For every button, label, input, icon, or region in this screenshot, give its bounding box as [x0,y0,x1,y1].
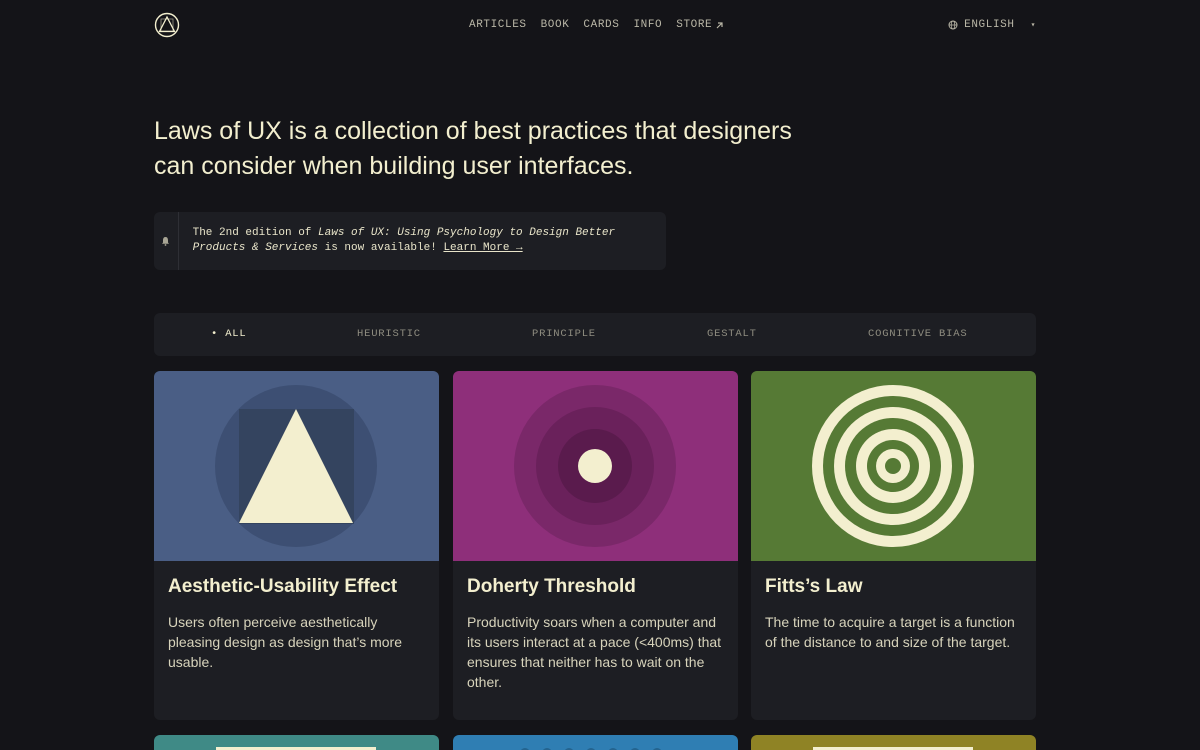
card-description: Productivity soars when a computer and i… [467,614,722,690]
filter-all[interactable]: • ALL [211,328,247,340]
bell-icon [154,212,179,270]
notice-text: The 2nd edition of Laws of UX: Using Psy… [179,212,666,270]
edition-notice: The 2nd edition of Laws of UX: Using Psy… [154,212,666,270]
nav-info-link[interactable]: INFO [633,19,662,31]
card-title: Fitts’s Law [765,576,863,597]
page: ARTICLES BOOK CARDS INFO STORE ENGLISH ▾… [0,0,1200,750]
globe-icon [948,20,958,30]
card-description: Users often perceive aesthetically pleas… [168,614,403,670]
law-card-aesthetic-usability[interactable]: Aesthetic-Usability Effect Users often p… [154,371,439,720]
filter-gestalt[interactable]: GESTALT [707,328,757,340]
nav-cards-link[interactable]: CARDS [583,19,619,31]
card-title: Aesthetic-Usability Effect [168,576,398,597]
law-card-peek[interactable] [453,735,738,750]
law-card-fitts-law[interactable]: Fitts’s Law The time to acquire a target… [751,371,1036,720]
laws-of-ux-logo[interactable] [154,12,180,38]
filter-cognitive-bias[interactable]: COGNITIVE BIAS [868,328,967,340]
filter-principle[interactable]: PRINCIPLE [532,328,596,340]
category-filter-bar: • ALL HEURISTIC PRINCIPLE GESTALT COGNIT… [154,313,1036,356]
language-select[interactable]: ENGLISH ▾ [948,19,1036,31]
external-arrow-icon [716,21,723,28]
nav-articles-link[interactable]: ARTICLES [469,19,527,31]
law-card-peek[interactable] [751,735,1036,750]
language-label: ENGLISH [964,19,1015,31]
notice-prefix: The 2nd edition of [192,227,319,239]
card-art-peek [521,748,661,750]
law-card-peek[interactable] [154,735,439,750]
triangle-illustration [154,371,439,561]
law-card-doherty-threshold[interactable]: Doherty Threshold Productivity soars whe… [453,371,738,720]
concentric-dot-illustration [453,371,738,561]
chevron-down-icon: ▾ [1030,21,1036,30]
filter-heuristic[interactable]: HEURISTIC [357,328,421,340]
nav-book-link[interactable]: BOOK [541,19,570,31]
main-nav: ARTICLES BOOK CARDS INFO STORE [469,19,724,31]
nav-store-label: STORE [676,19,713,31]
target-illustration [751,371,1036,561]
hero-headline: Laws of UX is a collection of best pract… [154,117,792,180]
card-title: Doherty Threshold [467,576,636,597]
learn-more-link[interactable]: Learn More → [443,242,522,254]
nav-store-link[interactable]: STORE [676,19,724,31]
notice-suffix: is now available! [318,242,444,254]
card-description: The time to acquire a target is a functi… [765,614,1015,650]
top-bar: ARTICLES BOOK CARDS INFO STORE ENGLISH ▾ [154,12,1036,40]
